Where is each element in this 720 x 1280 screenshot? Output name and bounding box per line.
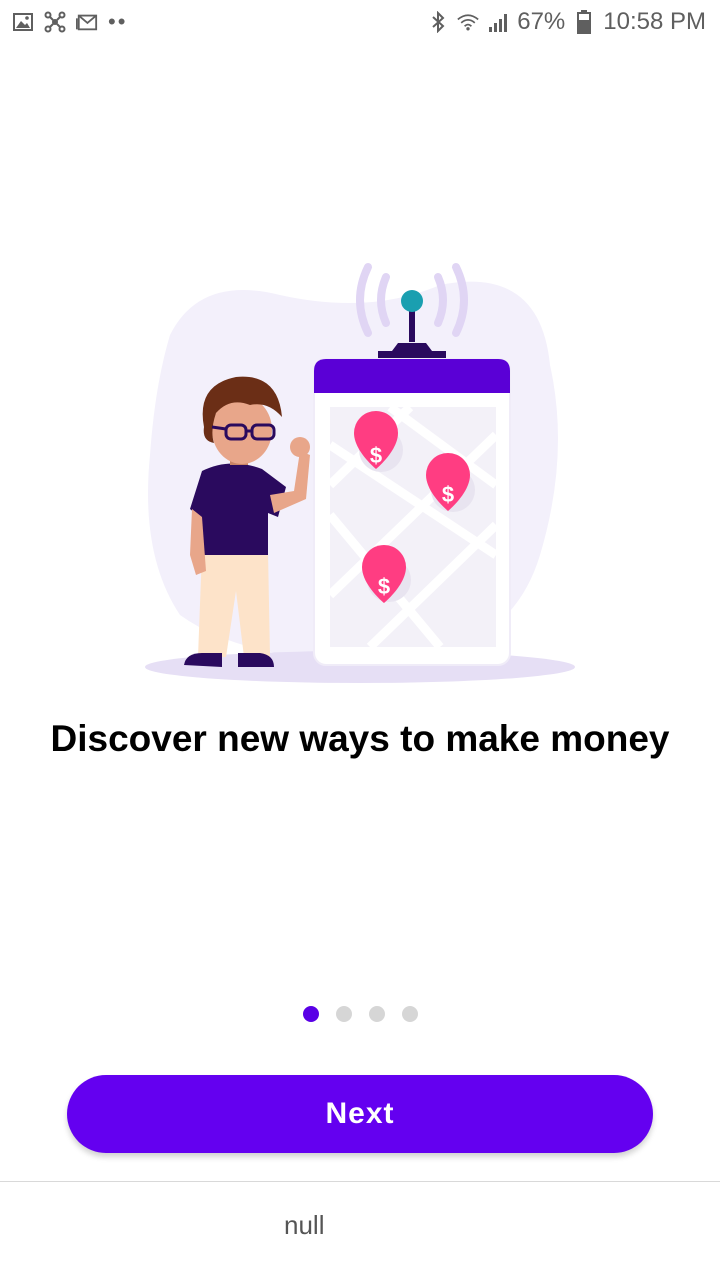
page-dot-3[interactable] [368,1006,385,1022]
svg-text:$: $ [442,482,454,507]
more-notifications-icon: •• [108,9,128,34]
page-dot-4[interactable] [401,1006,418,1022]
status-bar: •• 67% 10:58 PM [0,0,720,44]
signal-icon [487,11,509,33]
svg-text:$: $ [378,574,390,599]
footer: null [0,1182,720,1280]
network-icon [44,11,66,33]
image-icon [12,11,34,33]
status-left: •• [0,9,127,35]
gmail-icon [76,11,98,33]
antenna-ball [401,290,423,312]
clock: 10:58 PM [603,8,706,35]
page-dot-1[interactable] [302,1006,319,1022]
wifi-icon [457,11,479,33]
phone-header [314,359,510,393]
onboarding-illustration: $ $ $ [140,255,580,695]
page-indicator [0,1006,720,1022]
status-right: 67% 10:58 PM [427,8,720,36]
bluetooth-icon [427,11,449,33]
next-button[interactable]: Next [67,1075,653,1153]
svg-text:$: $ [370,443,382,468]
page-dot-2[interactable] [335,1006,352,1022]
footer-text: null [284,1210,325,1240]
onboarding-title: Discover new ways to make money [50,718,670,759]
battery-percent: 67% [517,8,566,35]
battery-icon [573,10,595,34]
